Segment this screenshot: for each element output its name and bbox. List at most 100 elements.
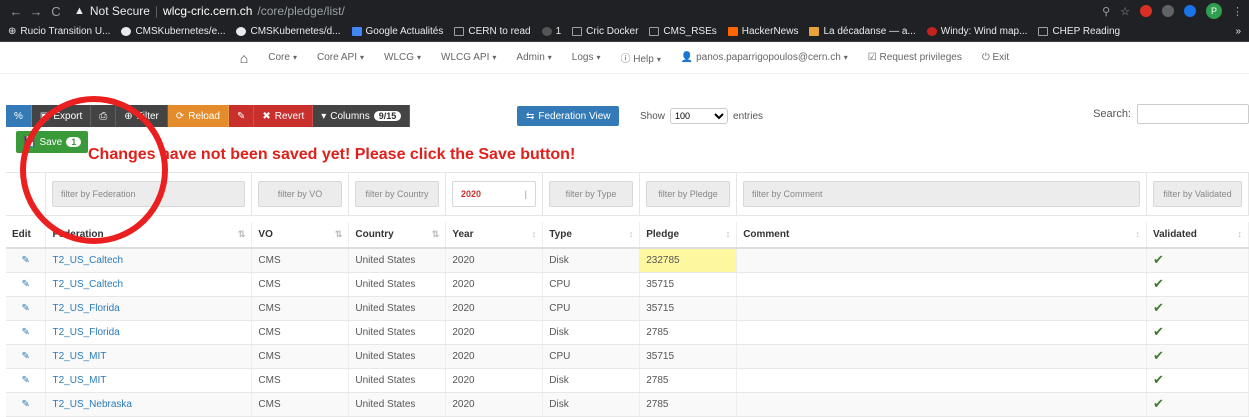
bookmark-item[interactable]: CMSKubernetes/e... [121, 26, 225, 37]
home-icon[interactable]: ⌂ [240, 50, 248, 66]
cell-vo: CMS [251, 296, 350, 321]
more-bookmarks-icon[interactable]: » [1235, 26, 1241, 37]
filter-cell-vo: filter by VO [252, 173, 349, 215]
cell-pledge[interactable]: 35715 [639, 344, 738, 369]
bookmark-item[interactable]: Windy: Wind map... [926, 26, 1027, 37]
extension-icon[interactable] [1162, 5, 1174, 17]
filter-vo[interactable]: filter by VO [258, 181, 342, 207]
cell-comment[interactable] [736, 320, 1147, 345]
nav-logs[interactable]: Logs ▾ [572, 52, 601, 63]
reload-page-icon[interactable]: C [46, 4, 66, 19]
print-button[interactable]: ⎙ [91, 105, 117, 127]
cell-pledge[interactable]: 2785 [639, 392, 738, 417]
address-bar[interactable]: ▲ Not Secure | wlcg-cric.cern.ch/core/pl… [74, 4, 345, 18]
reload-button[interactable]: ⟳ Reload [167, 105, 229, 127]
back-arrow-icon[interactable]: ← [6, 4, 26, 19]
cell-comment[interactable] [736, 272, 1147, 297]
columns-button[interactable]: ▾ Columns 9/15 [313, 105, 411, 127]
row-edit-icon[interactable]: ✎ [6, 368, 47, 393]
bookmark-item[interactable]: CHEP Reading [1038, 26, 1120, 37]
cell-comment[interactable] [736, 344, 1147, 369]
bookmark-item[interactable]: La décadanse — a... [809, 26, 916, 37]
column-header-vo[interactable]: VO ⇅ [251, 222, 350, 249]
page-length-select[interactable]: 100 [670, 108, 729, 124]
search-input[interactable] [1137, 104, 1249, 124]
column-header-type[interactable]: Type ↕ [542, 222, 641, 249]
filter-cell-type: filter by Type [543, 173, 640, 215]
forward-arrow-icon[interactable]: → [26, 4, 46, 19]
save-button[interactable]: 💾 Save 1 [16, 131, 89, 153]
nav-user[interactable]: 👤 panos.paparrigopoulos@cern.ch ▾ [681, 52, 848, 63]
cell-federation[interactable]: T2_US_Florida [45, 320, 253, 345]
cell-pledge[interactable]: 2785 [639, 320, 738, 345]
cell-federation[interactable]: T2_US_Caltech [45, 272, 253, 297]
row-edit-icon[interactable]: ✎ [6, 392, 47, 417]
cell-year: 2020 [445, 368, 544, 393]
cell-comment[interactable] [736, 392, 1147, 417]
column-header-country[interactable]: Country ⇅ [348, 222, 447, 249]
extension-icon[interactable] [1184, 5, 1196, 17]
cell-validated-check-icon: ✔ [1146, 368, 1249, 393]
cell-federation[interactable]: T2_US_MIT [45, 344, 253, 369]
zoom-icon[interactable]: ⚲ [1102, 5, 1110, 18]
cell-pledge[interactable]: 35715 [639, 296, 738, 321]
profile-avatar[interactable]: P [1206, 3, 1222, 19]
cell-federation[interactable]: T2_US_MIT [45, 368, 253, 393]
column-header-federation[interactable]: Federation ⇅ [45, 222, 253, 249]
nav-wlcg-api[interactable]: WLCG API ▾ [441, 52, 496, 63]
row-edit-icon[interactable]: ✎ [6, 320, 47, 345]
row-edit-icon[interactable]: ✎ [6, 248, 47, 273]
federation-view-button[interactable]: ⇆ Federation View [517, 106, 620, 126]
link-button[interactable]: % [6, 105, 32, 127]
bookmark-item[interactable]: CMS_RSEs [649, 26, 717, 37]
filter-pledge[interactable]: filter by Pledge [646, 181, 730, 207]
cell-comment[interactable] [736, 368, 1147, 393]
filter-federation[interactable]: filter by Federation [52, 181, 245, 207]
filter-comment[interactable]: filter by Comment [743, 181, 1140, 207]
nav-core[interactable]: Core ▾ [268, 52, 297, 63]
bookmark-item[interactable]: 1 [541, 26, 561, 37]
row-edit-icon[interactable]: ✎ [6, 344, 47, 369]
export-button[interactable]: ▣ Export [31, 105, 92, 127]
menu-kebab-icon[interactable]: ⋮ [1232, 5, 1243, 18]
bookmark-item[interactable]: CERN to read [454, 26, 531, 37]
cell-federation[interactable]: T2_US_Nebraska [45, 392, 253, 417]
cell-pledge-modified[interactable]: 232785 [639, 248, 738, 273]
nav-core-api[interactable]: Core API ▾ [317, 52, 364, 63]
table-row: ✎ T2_US_Nebraska CMS United States 2020 … [6, 392, 1249, 417]
filter-cell-year: 2020 | [446, 173, 543, 215]
bookmark-item[interactable]: ⊕ Rucio Transition U... [8, 26, 110, 37]
bookmark-item[interactable]: Cric Docker [572, 26, 638, 37]
bookmark-item[interactable]: CMSKubernetes/d... [236, 26, 341, 37]
filter-validated[interactable]: filter by Validated [1153, 181, 1242, 207]
bookmark-item[interactable]: HackerNews [727, 26, 798, 37]
column-header-validated[interactable]: Validated ↕ [1146, 222, 1249, 249]
bookmark-item[interactable]: Google Actualités [351, 26, 443, 37]
nav-help[interactable]: ⓘ Help ▾ [620, 50, 660, 65]
nav-admin[interactable]: Admin ▾ [516, 52, 551, 63]
cell-comment[interactable] [736, 248, 1147, 273]
filter-year[interactable]: 2020 | [452, 181, 536, 207]
cell-pledge[interactable]: 2785 [639, 368, 738, 393]
cell-comment[interactable] [736, 296, 1147, 321]
cell-federation[interactable]: T2_US_Caltech [45, 248, 253, 273]
revert-button[interactable]: ✖ Revert [254, 105, 314, 127]
column-header-pledge[interactable]: Pledge ↕ [639, 222, 738, 249]
nav-wlcg[interactable]: WLCG ▾ [384, 52, 421, 63]
bookmark-star-icon[interactable]: ☆ [1120, 5, 1130, 18]
cell-federation[interactable]: T2_US_Florida [45, 296, 253, 321]
cell-pledge[interactable]: 35715 [639, 272, 738, 297]
nav-request-privileges[interactable]: ☑ Request privileges [868, 52, 962, 63]
column-header-comment[interactable]: Comment ↕ [736, 222, 1147, 249]
filter-button[interactable]: ⊕ Filter [116, 105, 168, 127]
nav-exit[interactable]: ⏻ Exit [982, 52, 1009, 63]
sort-icon: ↕ [1135, 229, 1140, 239]
close-icon: ✖ [262, 110, 271, 122]
filter-type[interactable]: filter by Type [549, 181, 633, 207]
edit-button[interactable]: ✎ [228, 105, 255, 127]
filter-country[interactable]: filter by Country [355, 181, 439, 207]
row-edit-icon[interactable]: ✎ [6, 296, 47, 321]
row-edit-icon[interactable]: ✎ [6, 272, 47, 297]
column-header-year[interactable]: Year ↕ [445, 222, 544, 249]
extension-icon[interactable] [1140, 5, 1152, 17]
